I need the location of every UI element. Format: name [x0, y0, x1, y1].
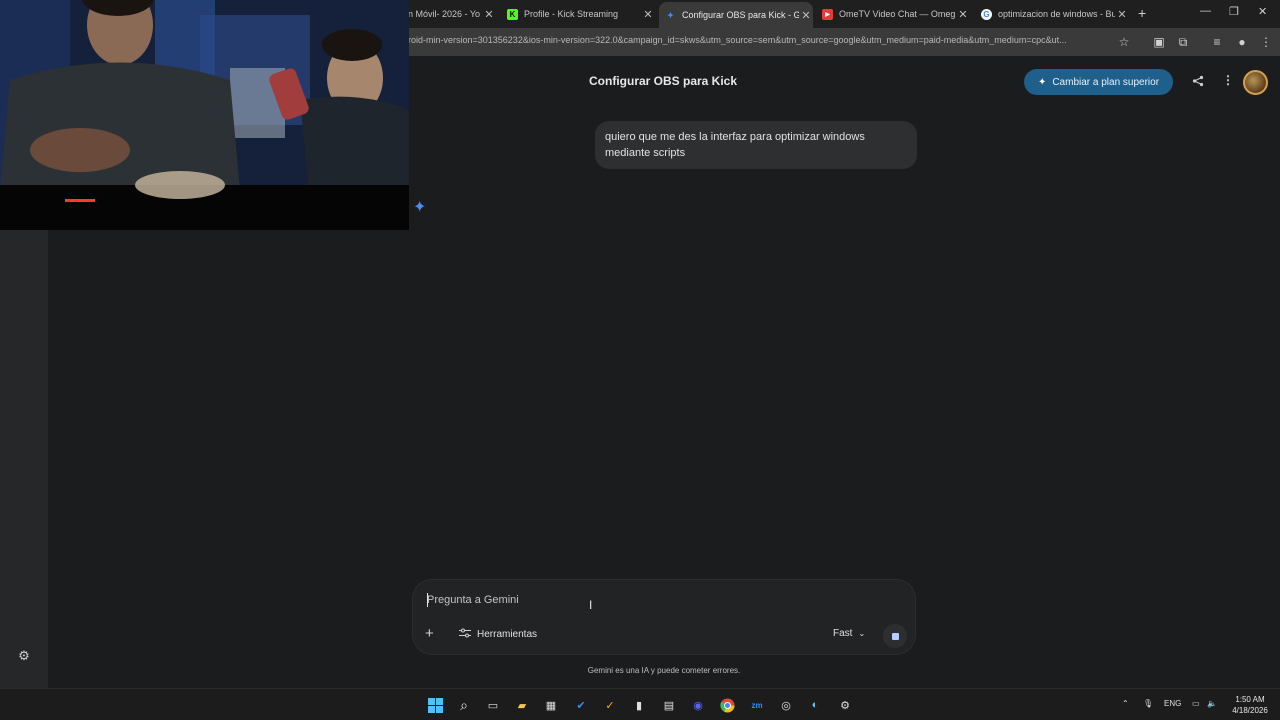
chevron-down-icon: ⌄	[858, 629, 866, 638]
url-field[interactable]: roid-min-version=301356232&ios-min-versi…	[408, 35, 1108, 45]
close-tab-icon[interactable]: ✕	[956, 8, 970, 21]
media-control-icon[interactable]: ≡	[1209, 34, 1225, 50]
tab-title: n Móvil- 2026 - Yo	[408, 9, 481, 19]
restore-icon[interactable]: ❐	[1229, 5, 1239, 18]
discord-icon[interactable]: ◉	[689, 696, 707, 714]
task-view-icon[interactable]: ▭	[484, 696, 502, 714]
windows-start-icon[interactable]	[426, 696, 444, 714]
close-tab-icon[interactable]: ✕	[482, 8, 496, 21]
webcam-feed-image	[0, 0, 409, 230]
notes-icon[interactable]: ▮	[630, 696, 648, 714]
prompt-input[interactable]: Pregunta a Gemini	[427, 594, 519, 606]
browser-menu-icon[interactable]: ⋮	[1258, 34, 1274, 50]
ometv-icon: ▶	[822, 8, 833, 20]
tools-button[interactable]: Herramientas	[459, 628, 537, 641]
tab-title: Profile - Kick Streaming	[524, 9, 619, 19]
kick-icon: K	[507, 8, 518, 20]
share-icon[interactable]	[1192, 75, 1204, 90]
tab-youtube[interactable]: n Móvil- 2026 - Yo ✕	[408, 2, 496, 26]
tab-kick-profile[interactable]: K Profile - Kick Streaming ✕	[507, 2, 655, 26]
clock-date: 4/18/2026	[1232, 706, 1268, 715]
webcam-overlay	[0, 0, 409, 230]
tools-sliders-icon	[459, 628, 471, 641]
minimize-icon[interactable]: —	[1200, 5, 1211, 17]
obs-icon[interactable]: ◎	[777, 696, 795, 714]
user-message-text: quiero que me des la interfaz para optim…	[605, 131, 865, 159]
gemini-icon: ✦	[667, 10, 674, 20]
model-label: Fast	[833, 628, 853, 639]
todo-icon[interactable]: ✔	[572, 696, 590, 714]
model-selector[interactable]: Fast ⌄	[833, 628, 865, 639]
search-icon[interactable]: ⌕	[455, 696, 473, 714]
new-tab-button[interactable]: +	[1138, 5, 1146, 21]
close-tab-icon[interactable]: ✕	[1115, 8, 1129, 21]
prompt-composer[interactable]: Pregunta a Gemini I + Herramientas Fast …	[412, 579, 916, 655]
tab-gemini-active[interactable]: ✦ Configurar OBS para Kick - Goo ✕	[659, 2, 813, 28]
profile-icon[interactable]: ●	[1234, 34, 1250, 50]
conversation-title: Configurar OBS para Kick	[589, 74, 738, 88]
checklist-icon[interactable]: ✓	[601, 696, 619, 714]
sparkle-icon: ✦	[1037, 76, 1047, 88]
windows-taskbar: ⌕ ▭ ▰ ▦ ✔ ✓ ▮ ▤ ◉ zm ◎ ◐ ⚙ ⌃ 🎙 ENG ▭ 🔈 1…	[0, 688, 1280, 720]
volume-icon[interactable]: 🔈	[1207, 699, 1217, 708]
file-explorer-icon[interactable]: ▰	[513, 696, 531, 714]
gemini-thinking-icon: ✦	[413, 199, 427, 216]
network-icon[interactable]: ▭	[1192, 699, 1200, 708]
stop-icon	[891, 632, 899, 640]
close-window-icon[interactable]: ✕	[1258, 5, 1267, 18]
tab-title: Configurar OBS para Kick - Goo	[682, 10, 799, 20]
user-message-bubble: quiero que me des la interfaz para optim…	[595, 121, 917, 169]
show-hidden-icons-chevron[interactable]: ⌃	[1122, 699, 1129, 708]
mouse-ibeam-cursor: I	[589, 598, 593, 612]
close-tab-icon[interactable]: ✕	[799, 9, 813, 22]
upgrade-plan-button[interactable]: ✦ Cambiar a plan superior	[1024, 69, 1173, 95]
add-attachment-button[interactable]: +	[425, 625, 434, 642]
tab-ometv[interactable]: ▶ OmeTV Video Chat — Omegle ✕	[822, 2, 970, 26]
steam-icon[interactable]: ◐	[806, 696, 824, 714]
app-window-icon[interactable]: ▤	[660, 696, 678, 714]
upgrade-label: Cambiar a plan superior	[1052, 76, 1160, 88]
screen: n Móvil- 2026 - Yo ✕ K Profile - Kick St…	[0, 0, 1280, 720]
settings-gear-icon[interactable]: ⚙	[16, 648, 32, 664]
clock-time: 1:50 AM	[1235, 695, 1265, 704]
tools-label: Herramientas	[477, 629, 538, 640]
google-icon: G	[981, 8, 992, 20]
language-indicator[interactable]: ENG	[1164, 699, 1181, 708]
tab-google-search[interactable]: G optimizacion de windows - Bus ✕	[981, 2, 1129, 26]
cast-icon[interactable]: ▣	[1151, 34, 1167, 50]
bookmark-star-icon[interactable]: ☆	[1116, 34, 1132, 50]
more-options-icon[interactable]: ⋮	[1222, 73, 1234, 87]
close-tab-icon[interactable]: ✕	[641, 8, 655, 21]
zoom-icon[interactable]: zm	[748, 696, 766, 714]
microphone-icon[interactable]: 🎙	[1143, 699, 1153, 708]
disclaimer-text: Gemini es una IA y puede cometer errores…	[587, 666, 741, 675]
tab-title: optimizacion de windows - Bus	[998, 9, 1115, 19]
chrome-icon[interactable]	[718, 696, 736, 714]
stop-generation-button[interactable]	[883, 624, 907, 648]
tab-title: OmeTV Video Chat — Omegle	[839, 9, 956, 19]
extensions-icon[interactable]: ⧉	[1175, 34, 1191, 50]
microsoft-store-icon[interactable]: ▦	[542, 696, 560, 714]
user-avatar[interactable]	[1243, 70, 1268, 95]
gaming-app-icon[interactable]: ⚙	[836, 696, 854, 714]
system-clock[interactable]: 1:50 AM 4/18/2026	[1226, 694, 1274, 716]
